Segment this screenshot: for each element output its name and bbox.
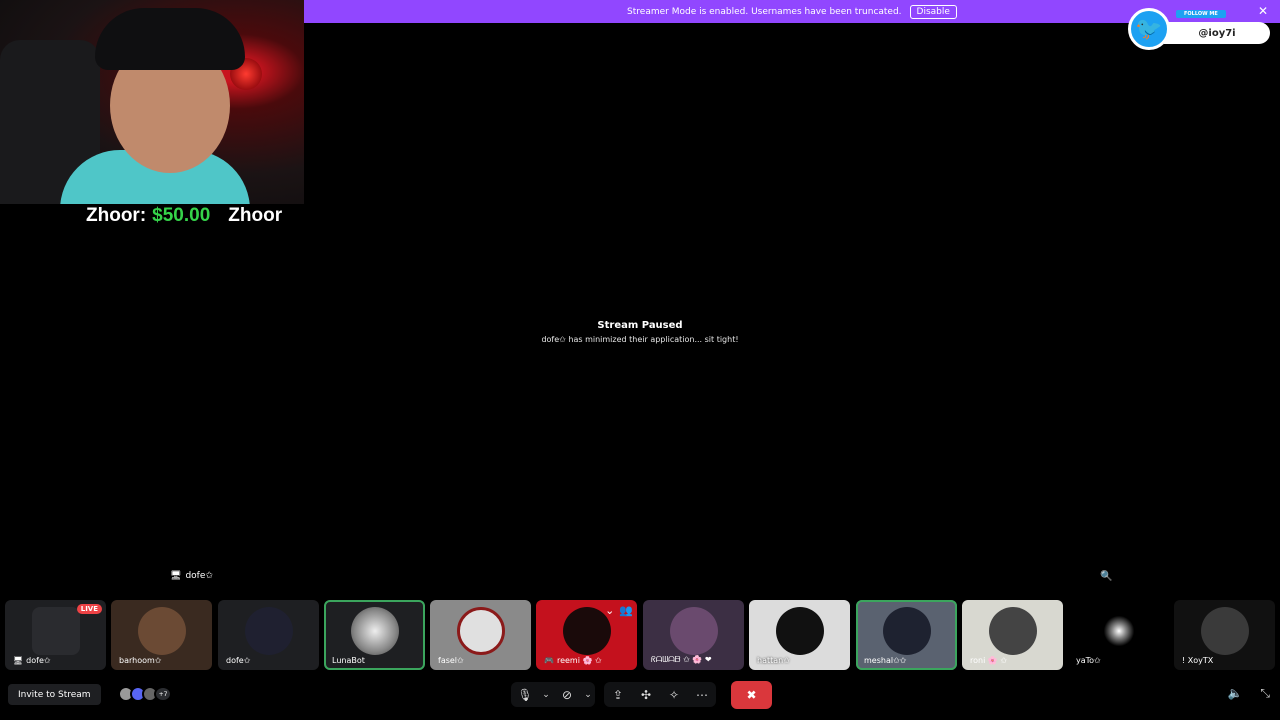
avatar bbox=[244, 607, 293, 655]
participant-name: hattan✩ bbox=[757, 656, 790, 665]
participant-name: ! XoyTX bbox=[1182, 656, 1214, 665]
follow-label: FOLLOW ME bbox=[1176, 10, 1226, 18]
user-add-icon[interactable]: 👥 bbox=[619, 604, 633, 617]
webcam-overlay bbox=[0, 0, 304, 204]
screen-share-icon: 🖥 bbox=[13, 656, 24, 665]
participant-tile[interactable]: LunaBot bbox=[324, 600, 425, 670]
avatar bbox=[31, 607, 80, 655]
participant-name: ᖇᗩᗯᗩᗷ ✩ 🌸 ❤ bbox=[651, 655, 712, 664]
participant-strip: LIVE 🖥 dofe✩ barhoom✩ dofe✩ LunaBot fasel… bbox=[5, 600, 1280, 670]
stream-viewers[interactable]: +7 bbox=[118, 686, 172, 702]
participant-tile[interactable]: ⌄ 👥 🎮 reemi 🌸 ✩ bbox=[536, 600, 637, 670]
chevron-down-icon[interactable]: ⌄ bbox=[581, 682, 595, 707]
twitter-handle: @ioy7i bbox=[1164, 22, 1270, 44]
participant-tile[interactable]: ! XoyTX bbox=[1174, 600, 1275, 670]
mic-control-group: 🎙 ⌄ ⊘ ⌄ bbox=[511, 682, 595, 707]
participant-tile[interactable]: roni 🌸 ✩ bbox=[962, 600, 1063, 670]
zoom-icon[interactable]: 🔍 bbox=[1100, 571, 1112, 582]
participant-name: roni 🌸 ✩ bbox=[970, 656, 1008, 665]
participant-name: barhoom✩ bbox=[119, 656, 162, 665]
avatar bbox=[350, 607, 399, 655]
participant-tile[interactable]: LIVE 🖥 dofe✩ bbox=[5, 600, 106, 670]
participant-tile[interactable]: dofe✩ bbox=[218, 600, 319, 670]
participant-name: fasel✩ bbox=[438, 656, 464, 665]
viewer-count-more: +7 bbox=[154, 686, 172, 702]
avatar bbox=[137, 607, 186, 655]
chevron-down-icon[interactable]: ⌄ bbox=[605, 604, 614, 617]
chevron-down-icon[interactable]: ⌄ bbox=[539, 682, 553, 707]
banner-message: Streamer Mode is enabled. Usernames have… bbox=[627, 6, 902, 17]
participant-tile[interactable]: fasel✩ bbox=[430, 600, 531, 670]
participant-name: reemi 🌸 ✩ bbox=[556, 656, 602, 665]
disable-button[interactable]: Disable bbox=[909, 4, 957, 19]
avatar bbox=[988, 607, 1037, 655]
camera-off-icon[interactable]: ⊘ bbox=[553, 682, 581, 707]
stream-paused-message: Stream Paused dofe✩ has minimized their … bbox=[440, 320, 840, 344]
stream-paused-title: Stream Paused bbox=[597, 320, 683, 331]
participant-tile[interactable]: yaTo✩ bbox=[1068, 600, 1169, 670]
participant-tile[interactable]: hattan✩ bbox=[749, 600, 850, 670]
screen-share-icon[interactable]: ⇪ bbox=[604, 682, 632, 707]
streamer-cap bbox=[95, 8, 245, 70]
participant-name: meshal✩✩ bbox=[864, 656, 907, 665]
avatar bbox=[775, 607, 824, 655]
invite-to-stream-button[interactable]: Invite to Stream bbox=[8, 684, 101, 705]
twitter-follow-widget: @ioy7i FOLLOW ME 🐦 bbox=[1128, 8, 1270, 50]
avatar bbox=[669, 607, 718, 655]
donation-amount: $50.00 bbox=[152, 205, 211, 226]
avatar bbox=[1094, 607, 1143, 655]
participant-name: yaTo✩ bbox=[1076, 656, 1101, 665]
tile-controls: ⌄ 👥 bbox=[605, 604, 633, 617]
participant-tile[interactable]: barhoom✩ bbox=[111, 600, 212, 670]
avatar bbox=[1200, 607, 1249, 655]
screen-share-icon: 🖥 bbox=[170, 571, 182, 581]
right-controls: 🔈 ⤡ bbox=[1227, 686, 1270, 701]
participant-tile[interactable]: ᖇᗩᗯᗩᗷ ✩ 🌸 ❤ bbox=[643, 600, 744, 670]
participant-tile[interactable]: meshal✩✩ bbox=[856, 600, 957, 670]
avatar bbox=[882, 607, 931, 655]
stream-owner-name: dofe✩ bbox=[185, 571, 213, 581]
microphone-icon[interactable]: 🎙 bbox=[511, 682, 539, 707]
more-icon[interactable]: ⋯ bbox=[688, 682, 716, 707]
participant-name: dofe✩ bbox=[26, 656, 51, 665]
exit-fullscreen-icon[interactable]: ⤡ bbox=[1260, 686, 1270, 701]
participant-name: LunaBot bbox=[332, 656, 365, 665]
participant-name-row: 🎮 reemi 🌸 ✩ bbox=[544, 656, 602, 665]
donation-name: Zhoor: bbox=[86, 205, 147, 226]
activities-icon[interactable]: ✣ bbox=[632, 682, 660, 707]
participant-name: dofe✩ bbox=[226, 656, 251, 665]
stream-owner-label: 🖥 dofe✩ bbox=[170, 571, 213, 581]
twitter-bird-icon: 🐦 bbox=[1128, 8, 1170, 50]
donation-ticker: Zhoor: $50.00 Zhoor bbox=[86, 205, 282, 227]
volume-icon[interactable]: 🔈 bbox=[1227, 686, 1242, 701]
leave-call-button[interactable]: ✖ bbox=[731, 681, 772, 709]
avatar bbox=[562, 607, 611, 655]
soundboard-icon[interactable]: ✧ bbox=[660, 682, 688, 707]
live-badge: LIVE bbox=[76, 604, 102, 614]
avatar bbox=[456, 607, 505, 655]
playstation-icon: 🎮 bbox=[544, 656, 554, 665]
participant-name-row: 🖥 dofe✩ bbox=[13, 656, 51, 665]
activity-control-group: ⇪ ✣ ✧ ⋯ bbox=[604, 682, 716, 707]
stream-paused-subtitle: dofe✩ has minimized their application...… bbox=[541, 335, 739, 344]
disconnect-icon: ✖ bbox=[746, 688, 757, 702]
donation-name-repeat: Zhoor bbox=[228, 205, 283, 226]
